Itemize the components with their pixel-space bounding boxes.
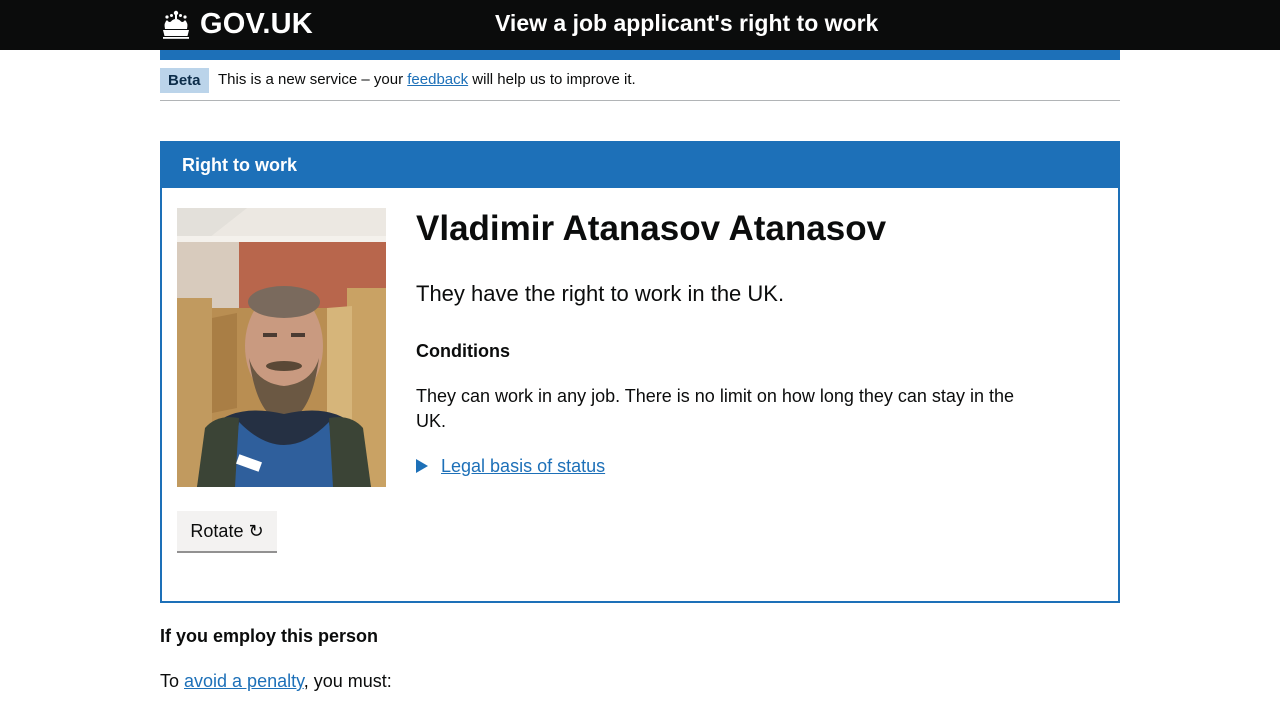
feedback-link[interactable]: feedback bbox=[407, 71, 468, 88]
panel-header: Right to work bbox=[162, 143, 1118, 188]
penalty-text-after: , you must: bbox=[303, 671, 392, 691]
legal-basis-details[interactable]: Legal basis of status bbox=[416, 454, 605, 478]
rotate-button[interactable]: Rotate ↻ bbox=[177, 511, 277, 551]
phase-banner: Beta This is a new service – your feedba… bbox=[160, 60, 1120, 101]
legal-basis-summary-link[interactable]: Legal basis of status bbox=[441, 454, 605, 478]
employ-heading: If you employ this person bbox=[160, 626, 379, 646]
govuk-logo-link[interactable]: GOV.UK bbox=[160, 6, 313, 42]
applicant-name: Vladimir Atanasov Atanasov bbox=[416, 209, 887, 248]
govuk-header: GOV.UK View a job applicant's right to w… bbox=[0, 0, 1280, 50]
avoid-penalty-link[interactable]: avoid a penalty bbox=[184, 671, 304, 691]
penalty-text-before: To bbox=[160, 671, 185, 691]
right-to-work-status: They have the right to work in the UK. bbox=[416, 281, 785, 306]
conditions-heading: Conditions bbox=[416, 341, 510, 361]
conditions-text: They can work in any job. There is no li… bbox=[416, 386, 1014, 431]
disclosure-triangle-icon[interactable] bbox=[416, 459, 428, 473]
crown-icon bbox=[163, 10, 189, 39]
applicant-photo bbox=[177, 208, 386, 487]
penalty-instruction: To avoid a penalty, you must: bbox=[160, 669, 392, 693]
right-to-work-panel: Right to work Rotate ↻ Vladimir Atanasov… bbox=[160, 141, 1120, 603]
logo-text: GOV.UK bbox=[200, 7, 313, 40]
phase-text-after: will help us to improve it. bbox=[468, 71, 636, 88]
phase-text-before: This is a new service – your bbox=[218, 71, 408, 88]
panel-title: Right to work bbox=[182, 155, 297, 175]
phase-tag: Beta bbox=[160, 68, 209, 93]
service-name[interactable]: View a job applicant's right to work bbox=[495, 10, 878, 37]
rotate-icon: ↻ bbox=[248, 520, 264, 541]
header-blue-stripe bbox=[160, 50, 1120, 60]
rotate-label: Rotate bbox=[190, 520, 244, 541]
phase-banner-text: This is a new service – your feedback wi… bbox=[218, 70, 636, 90]
